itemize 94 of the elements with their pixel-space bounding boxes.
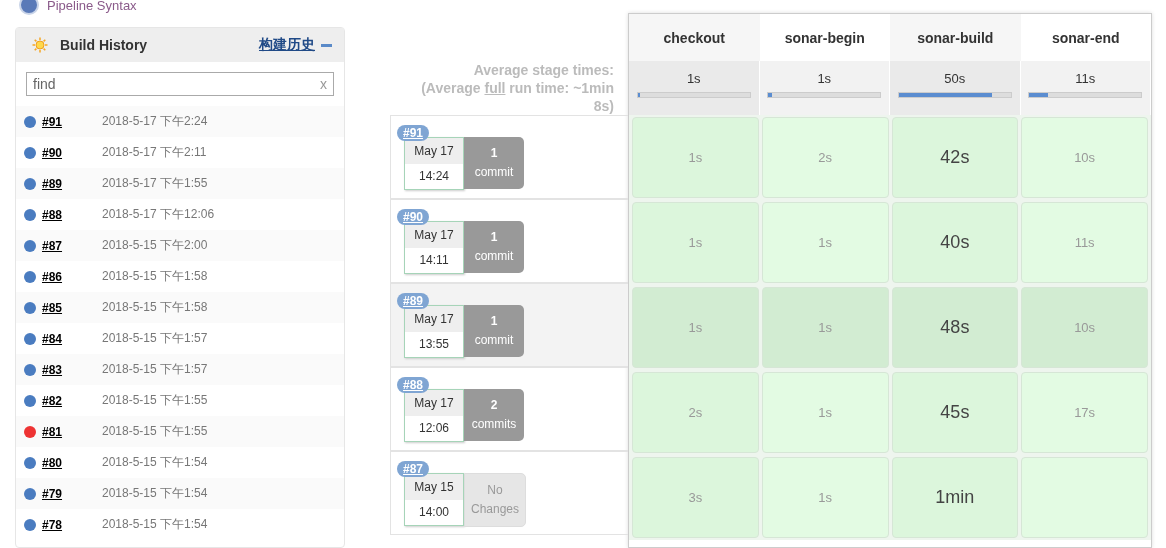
stage-duration-cell[interactable]: 45s	[891, 372, 1019, 453]
build-time: 2018-5-15 下午2:00	[102, 237, 208, 254]
build-link[interactable]: #78	[42, 517, 102, 532]
stage-duration-cell[interactable]: 1min	[891, 457, 1019, 538]
build-time: 2018-5-17 下午12:06	[102, 206, 215, 223]
run-number-badge[interactable]: #91	[397, 125, 430, 141]
run-number-badge[interactable]: #88	[397, 377, 430, 393]
stage-duration-cell[interactable]	[1021, 457, 1148, 538]
stage-duration-cell[interactable]: 11s	[1021, 202, 1148, 283]
run-number-badge[interactable]: #90	[397, 209, 430, 225]
stage-duration-cell[interactable]: 1s	[761, 457, 889, 538]
run-time: 12:06	[418, 420, 450, 438]
build-time: 2018-5-15 下午1:54	[102, 485, 208, 502]
run-date: May 17	[405, 390, 463, 416]
build-time: 2018-5-17 下午1:55	[102, 175, 208, 192]
collapse-icon[interactable]	[321, 43, 332, 47]
average-time: 50s	[944, 71, 966, 86]
stage-duration-cell[interactable]: 1s	[632, 287, 759, 368]
build-link[interactable]: #83	[42, 362, 102, 377]
changes-count: 2	[490, 397, 498, 414]
average-time: 11s	[1075, 71, 1096, 86]
changes-box[interactable]: 2 commits	[464, 389, 524, 441]
build-link[interactable]: #86	[42, 269, 102, 284]
run-time: 14:11	[418, 252, 450, 270]
stage-duration-cell[interactable]: 10s	[1021, 287, 1148, 368]
build-time: 2018-5-15 下午1:58	[102, 268, 208, 285]
pipeline-syntax-link[interactable]: Pipeline Syntax	[47, 0, 137, 13]
stage-duration-cell[interactable]: 1s	[761, 202, 889, 283]
build-link[interactable]: #87	[42, 238, 102, 253]
changes-count: 1	[490, 313, 498, 330]
stage-duration-cell[interactable]: 17s	[1021, 372, 1148, 453]
changes-label: commit	[474, 332, 514, 349]
stage-duration-cell[interactable]: 2s	[632, 372, 759, 453]
build-link[interactable]: #91	[42, 114, 102, 129]
changes-box[interactable]: 1 commit	[464, 221, 524, 273]
build-time: 2018-5-15 下午1:55	[102, 392, 208, 409]
changes-count: 1	[490, 145, 498, 162]
run-number-badge[interactable]: #89	[397, 293, 430, 309]
build-time: 2018-5-15 下午1:55	[102, 423, 208, 440]
build-link[interactable]: #80	[42, 455, 102, 470]
run-date: May 15	[405, 474, 463, 500]
build-time: 2018-5-15 下午1:57	[102, 361, 208, 378]
build-time: 2018-5-15 下午1:57	[102, 330, 208, 347]
average-run-time: (Average full run time: ~1min 8s)	[420, 79, 614, 115]
stage-duration-cell[interactable]: 1s	[761, 372, 889, 453]
average-time: 1s	[686, 71, 701, 86]
build-time: 2018-5-15 下午1:54	[102, 516, 208, 533]
changes-box[interactable]: 1 commit	[464, 137, 524, 189]
build-link[interactable]: #79	[42, 486, 102, 501]
run-time: 14:00	[418, 504, 450, 522]
build-link[interactable]: #89	[42, 176, 102, 191]
build-time: 2018-5-17 下午2:24	[102, 113, 208, 130]
build-time: 2018-5-15 下午1:58	[102, 299, 208, 316]
stage-duration-cell[interactable]: 1s	[761, 287, 889, 368]
trend-link[interactable]: 构建历史	[259, 36, 315, 54]
changes-box[interactable]: No Changes	[464, 473, 526, 527]
run-time: 13:55	[418, 336, 450, 354]
clear-button[interactable]: x	[320, 76, 327, 92]
stage-header: sonar-end	[1020, 14, 1151, 61]
changes-count: 1	[490, 229, 498, 246]
run-time: 14:24	[418, 168, 450, 186]
panel-title: Build History	[60, 37, 149, 53]
average-time: 1s	[817, 71, 832, 86]
average-stage-times-label: Average stage times:	[473, 61, 614, 79]
build-link[interactable]: #88	[42, 207, 102, 222]
stage-duration-cell[interactable]: 40s	[891, 202, 1019, 283]
run-date: May 17	[405, 138, 463, 164]
stage-duration-cell[interactable]: 2s	[761, 117, 889, 198]
changes-label: commit	[474, 248, 514, 265]
build-link[interactable]: #81	[42, 424, 102, 439]
run-date: May 17	[405, 222, 463, 248]
stage-duration-cell[interactable]: 42s	[891, 117, 1019, 198]
sun-icon	[32, 37, 48, 53]
changes-label: Changes	[470, 501, 519, 518]
stage-header: sonar-build	[890, 14, 1021, 61]
changes-label: commit	[474, 164, 514, 181]
stage-duration-cell[interactable]: 48s	[891, 287, 1019, 368]
run-date: May 17	[405, 306, 463, 332]
stage-duration-cell[interactable]: 1s	[632, 202, 759, 283]
stage-duration-cell[interactable]: 10s	[1021, 117, 1148, 198]
build-link[interactable]: #90	[42, 145, 102, 160]
changes-box[interactable]: 1 commit	[464, 305, 524, 357]
search-field[interactable]: find x	[26, 72, 334, 96]
stage-duration-cell[interactable]: 3s	[632, 457, 759, 538]
build-time: 2018-5-15 下午1:54	[102, 454, 208, 471]
stage-header: checkout	[629, 14, 760, 61]
changes-count: No	[487, 482, 503, 499]
stage-duration-cell[interactable]: 1s	[632, 117, 759, 198]
changes-label: commits	[471, 416, 517, 433]
build-link[interactable]: #85	[42, 300, 102, 315]
run-number-badge[interactable]: #87	[397, 461, 430, 477]
build-link[interactable]: #84	[42, 331, 102, 346]
build-time: 2018-5-17 下午2:11	[102, 144, 207, 161]
build-link[interactable]: #82	[42, 393, 102, 408]
